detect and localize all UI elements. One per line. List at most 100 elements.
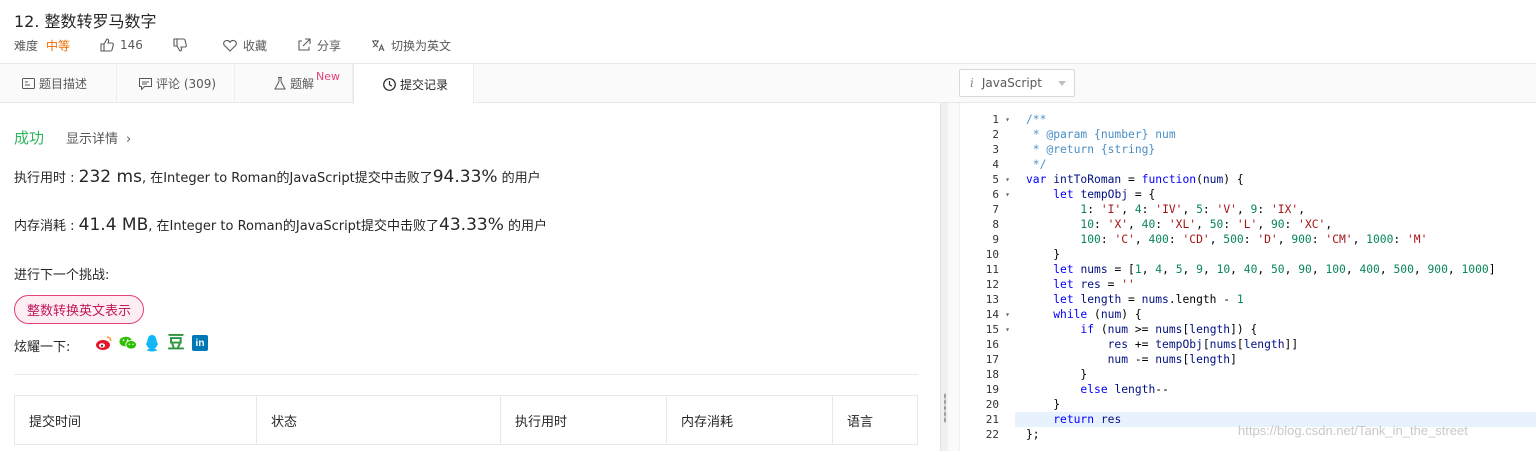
runtime-desc: , 在Integer to Roman的JavaScript提交中击败了 — [141, 171, 433, 186]
code-line: /** — [1026, 113, 1047, 126]
line-number: 12 — [985, 278, 999, 291]
code-line: let nums = [1, 4, 5, 9, 10, 40, 50, 90, … — [1053, 263, 1496, 276]
share-label: 分享 — [316, 38, 341, 53]
description-icon — [22, 78, 35, 89]
line-number: 13 — [985, 293, 999, 306]
clock-icon — [383, 77, 396, 91]
line-number: 10 — [985, 248, 999, 261]
tab-submissions[interactable]: 提交记录 — [353, 64, 474, 104]
fold-arrow-icon[interactable]: ▾ — [1005, 307, 1010, 322]
line-number: 1 ▾ — [992, 112, 1010, 127]
line-number: 7 — [992, 203, 999, 216]
tab-description[interactable]: 题目描述 — [0, 64, 117, 103]
memory-value: 41.4 MB — [78, 215, 149, 235]
fold-arrow-icon[interactable]: ▾ — [1005, 187, 1010, 202]
favorite-label: 收藏 — [242, 38, 267, 53]
fold-arrow-icon[interactable]: ▾ — [1005, 172, 1010, 187]
flask-icon — [274, 77, 286, 90]
tab-solutions[interactable]: 题解 New — [235, 64, 353, 103]
code-line: res += tempObj[nums[length]] — [1107, 338, 1299, 351]
tab-solutions-label: 题解 — [290, 77, 315, 91]
line-number: 20 — [985, 398, 999, 411]
line-number: 21 — [985, 413, 999, 426]
runtime-suffix: 的用户 — [497, 171, 541, 186]
dislike-button[interactable] — [173, 38, 193, 52]
watermark: https://blog.csdn.net/Tank_in_the_street — [1238, 423, 1468, 438]
switch-language-label: 切换为英文 — [390, 38, 451, 53]
line-number: 2 — [992, 128, 999, 141]
problem-meta: 难度 中等 146 收藏 分享 切换为英文 — [14, 37, 481, 53]
panel-splitter[interactable] — [940, 103, 948, 451]
submissions-table-header: 提交时间 状态 执行用时 内存消耗 语言 — [14, 395, 918, 445]
code-content[interactable]: /** * @param {number} num * @return {str… — [1026, 112, 1496, 442]
memory-label: 内存消耗 : — [14, 219, 79, 234]
fold-arrow-icon[interactable]: ▾ — [1005, 322, 1010, 337]
code-line: 100: 'C', 400: 'CD', 500: 'D', 900: 'CM'… — [1080, 233, 1428, 246]
line-number: 4 — [992, 158, 999, 171]
like-button[interactable]: 146 — [100, 38, 143, 52]
code-line: let length = nums.length - 1 — [1053, 293, 1244, 306]
col-status: 状态 — [257, 396, 501, 445]
line-number: 19 — [985, 383, 999, 396]
douban-icon[interactable]: 豆 — [167, 334, 185, 352]
new-badge: New — [316, 70, 340, 83]
code-line: if (num >= nums[length]) { — [1080, 323, 1258, 336]
memory-suffix: 的用户 — [503, 219, 547, 234]
next-challenge-tag[interactable]: 整数转换英文表示 — [14, 295, 145, 324]
share-icon — [298, 38, 311, 51]
difficulty-label: 难度 — [14, 38, 39, 53]
code-editor[interactable]: 1 ▾ 2 3 4 5 ▾ 6 ▾ 7 8 9 10 11 12 13 14 ▾ 15 ▾ 16 17 18 19 20 21 22… — [960, 103, 1536, 451]
like-count: 146 — [120, 38, 143, 52]
line-number: 16 — [985, 338, 999, 351]
code-line: } — [1026, 248, 1061, 261]
weibo-icon[interactable] — [95, 334, 113, 352]
fold-arrow-icon[interactable]: ▾ — [1005, 112, 1010, 127]
qq-icon[interactable] — [143, 334, 161, 352]
code-line: let tempObj = { — [1053, 188, 1156, 201]
memory-stat: 内存消耗 : 41.4 MB, 在Integer to Roman的JavaSc… — [14, 215, 547, 235]
code-line: * @return {string} — [1026, 143, 1156, 156]
col-memory: 内存消耗 — [667, 396, 833, 445]
editor-toolbar: i JavaScript — [948, 64, 1536, 103]
memory-desc: , 在Integer to Roman的JavaScript提交中击败了 — [148, 219, 440, 234]
thumbs-up-icon — [100, 38, 114, 52]
problem-title: 12. 整数转罗马数字 — [14, 12, 157, 31]
code-line: else length-- — [1080, 383, 1169, 396]
switch-language-button[interactable]: 切换为英文 — [371, 37, 451, 54]
comment-icon — [139, 77, 152, 90]
code-line: */ — [1026, 158, 1047, 171]
share-button[interactable]: 分享 — [297, 37, 341, 54]
next-challenge-label: 进行下一个挑战: — [14, 268, 110, 283]
runtime-percent: 94.33% — [432, 167, 498, 187]
show-details-link[interactable]: 显示详情 › — [66, 128, 131, 147]
tab-comments-label: 评论 (309) — [156, 77, 217, 91]
line-number: 9 — [992, 233, 999, 246]
line-number: 6 ▾ — [992, 187, 1010, 202]
wechat-icon[interactable] — [119, 334, 137, 352]
line-number: 8 — [992, 218, 999, 231]
code-line: let res = '' — [1053, 278, 1135, 291]
code-line: var intToRoman = function(num) { — [1026, 173, 1244, 186]
code-line: * @param {number} num — [1026, 128, 1176, 141]
show-details-label: 显示详情 — [66, 132, 119, 147]
line-number: 5 ▾ — [992, 172, 1010, 187]
line-number: 18 — [985, 368, 999, 381]
difficulty-value: 中等 — [46, 38, 71, 53]
table-divider — [14, 444, 918, 445]
code-line: 10: 'X', 40: 'XL', 50: 'L', 90: 'XC', — [1080, 218, 1333, 231]
translate-icon — [371, 39, 385, 51]
divider — [14, 374, 918, 375]
code-line: } — [1026, 368, 1088, 381]
tab-comments[interactable]: 评论 (309) — [117, 64, 235, 103]
favorite-button[interactable]: 收藏 — [223, 37, 267, 54]
line-number: 11 — [985, 263, 999, 276]
language-select[interactable]: i JavaScript — [959, 69, 1075, 97]
editor-left-margin — [948, 103, 960, 451]
line-number: 17 — [985, 353, 999, 366]
linkedin-icon[interactable]: in — [191, 334, 209, 352]
problem-header: 12. 整数转罗马数字 难度 中等 146 收藏 分享 切换为英文 — [0, 0, 1536, 64]
tab-submissions-label: 提交记录 — [400, 77, 449, 92]
chevron-right-icon: › — [126, 132, 132, 147]
col-language: 语言 — [847, 415, 874, 430]
col-submit-time: 提交时间 — [15, 396, 257, 445]
